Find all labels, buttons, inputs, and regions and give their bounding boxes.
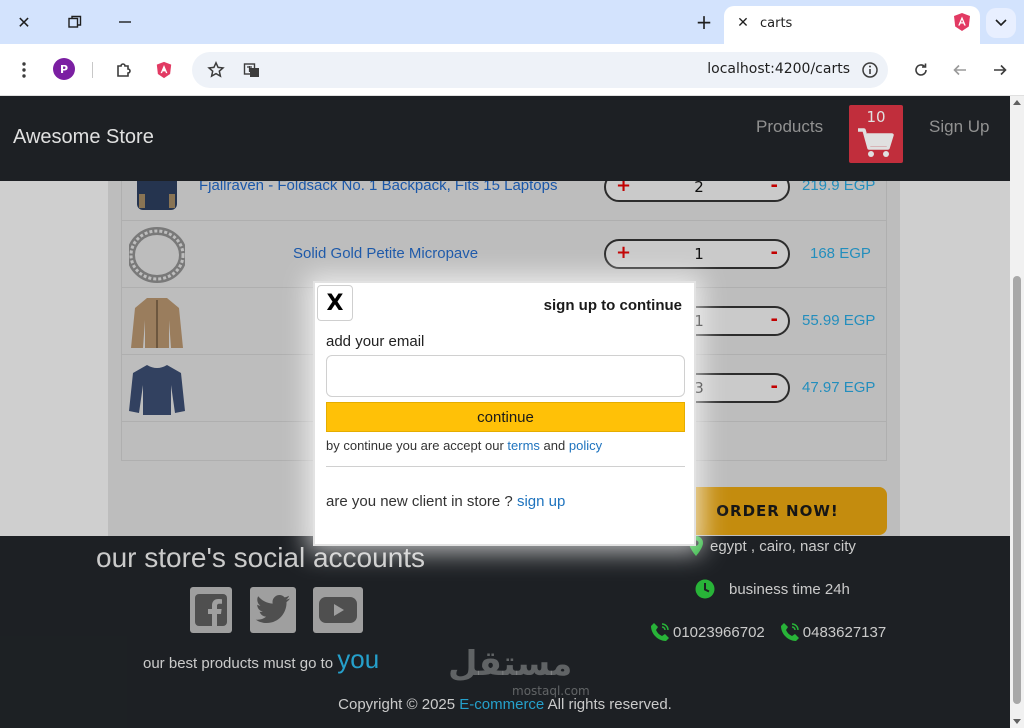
- close-window-icon[interactable]: ✕: [10, 8, 38, 36]
- signup-modal: X sign up to continue add your email con…: [313, 281, 696, 546]
- scroll-down-arrow-icon[interactable]: [1013, 719, 1021, 724]
- restore-window-icon[interactable]: [61, 8, 89, 36]
- new-tab-icon[interactable]: +: [690, 8, 718, 36]
- url-text[interactable]: localhost:4200/carts: [707, 61, 850, 77]
- terms-prefix: by continue you are accept our: [326, 438, 504, 453]
- scroll-up-arrow-icon[interactable]: [1013, 100, 1021, 105]
- tab-close-icon[interactable]: ✕: [732, 12, 754, 34]
- email-field[interactable]: [326, 355, 685, 397]
- tab-title: carts: [760, 16, 793, 31]
- reload-icon[interactable]: [907, 56, 935, 84]
- page-scrollbar[interactable]: [1010, 96, 1024, 728]
- terms-text: by continue you are accept our terms and…: [326, 438, 602, 453]
- bookmark-star-icon[interactable]: [202, 56, 230, 84]
- policy-link[interactable]: policy: [569, 438, 602, 453]
- angular-devtools-icon[interactable]: [150, 56, 178, 84]
- translate-page-icon[interactable]: [238, 56, 266, 84]
- toolbar-divider: [92, 62, 93, 78]
- angular-favicon-icon: [954, 13, 970, 31]
- back-arrow-icon[interactable]: [946, 56, 974, 84]
- browser-tabstrip: ✕ + ✕ carts: [0, 0, 1024, 44]
- email-label: add your email: [326, 333, 425, 350]
- modal-divider: [326, 466, 685, 467]
- modal-signup-link[interactable]: sign up: [517, 493, 565, 510]
- site-info-icon[interactable]: [856, 56, 884, 84]
- browser-toolbar: P localhost:4200/carts: [0, 44, 1024, 96]
- minimize-window-icon[interactable]: [111, 8, 139, 36]
- new-client-prefix: are you new client in store ?: [326, 493, 513, 510]
- terms-link[interactable]: terms: [507, 438, 540, 453]
- scroll-thumb[interactable]: [1013, 276, 1021, 704]
- profile-avatar[interactable]: P: [53, 58, 75, 80]
- terms-and: and: [543, 438, 566, 453]
- continue-button[interactable]: continue: [326, 402, 685, 432]
- tab-carts[interactable]: ✕ carts: [724, 6, 980, 44]
- extensions-icon[interactable]: [110, 56, 138, 84]
- tab-search-menu-icon[interactable]: [986, 8, 1016, 38]
- address-bar[interactable]: localhost:4200/carts: [192, 52, 888, 88]
- new-client-text: are you new client in store ? sign up: [326, 493, 565, 510]
- modal-title: sign up to continue: [543, 297, 682, 314]
- menu-kebab-icon[interactable]: [10, 56, 38, 84]
- forward-arrow-icon[interactable]: [986, 56, 1014, 84]
- modal-close-button[interactable]: X: [317, 285, 353, 321]
